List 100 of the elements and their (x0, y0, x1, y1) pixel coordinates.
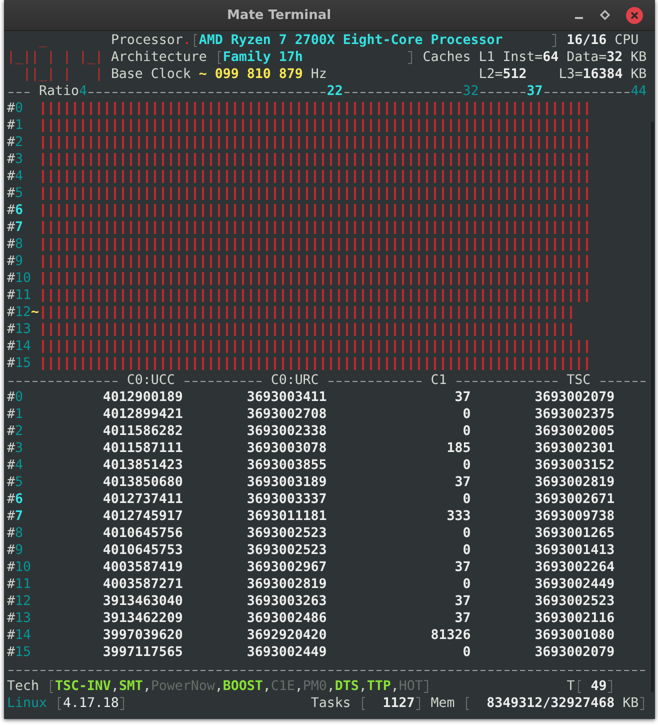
cache-size: Inst=64 (502, 49, 559, 66)
cpu-label: #5 (7, 474, 24, 491)
table-cell-text: 3693002486 (246, 610, 327, 627)
architecture-label: Architecture (110, 49, 207, 66)
table-cell-text: 3693002079 (534, 644, 615, 661)
table-cell-text: 0 (462, 644, 471, 661)
cpu-label: #11 (7, 576, 32, 593)
table-cell-text: 3693002449 (534, 576, 615, 593)
table-cell-text: 3693003411 (246, 389, 327, 406)
feature-label: BOOST (222, 679, 263, 694)
table-cell-text: 3693002671 (534, 491, 615, 508)
table-cell-text: 3693002967 (246, 559, 327, 576)
base-clock-unit: Hz (310, 66, 327, 83)
table-cell-text: 3692920420 (246, 627, 327, 644)
cache-size: Data=32 (566, 49, 623, 66)
table-cell-text: 3693001265 (534, 525, 615, 542)
tick-label: 37 (526, 83, 543, 100)
table-cell-text: 81326 (430, 627, 471, 644)
separator-text: , (390, 679, 399, 694)
table-cell-text: 185 (446, 440, 471, 457)
base-clock-value: ~ 099 810 879 (198, 66, 303, 83)
table-cell-text: 37 (454, 559, 471, 576)
table-cell-text: 3693002819 (246, 576, 327, 593)
table-cell-text: 4012899421 (102, 406, 183, 423)
feature-label: C1E (270, 679, 295, 694)
cpu-label: #13 (7, 321, 31, 338)
separator-text: , (262, 679, 271, 694)
table-cell-text: 3693002523 (534, 593, 615, 610)
cpu-label: #12 (7, 304, 31, 321)
table-cell-text: 37 (454, 474, 471, 491)
table-cell-text: 3693002301 (534, 440, 615, 457)
close-icon[interactable] (626, 6, 643, 24)
table-cell-text: 4003587419 (102, 559, 183, 576)
cpu-label: #6 (7, 202, 23, 219)
cpu-label: #9 (7, 542, 24, 559)
cpu-label: #10 (7, 270, 31, 287)
cpu-label: #15 (7, 355, 31, 372)
table-cell-text: 3693002005 (534, 423, 615, 440)
table-cell-text: 3693002079 (534, 389, 615, 406)
logo-text: ||_| | | (22, 66, 104, 83)
table-cell-text: 4012737411 (102, 491, 183, 508)
feature-label: PM0 (302, 679, 327, 694)
separator-text: , (110, 679, 119, 694)
cpu-label: #10 (7, 559, 32, 576)
table-cell-text: 3693011181 (246, 508, 327, 525)
table-cell-text: 4011586282 (102, 423, 183, 440)
restore-icon[interactable] (600, 10, 610, 20)
cpu-label: #11 (7, 287, 31, 304)
table-cell-text: 3693001413 (534, 542, 615, 559)
table-cell-text: 37 (454, 610, 471, 627)
table-cell-text: 3693002449 (246, 644, 327, 661)
cache-unit: KB (630, 66, 647, 83)
memory-label: Mem (430, 695, 455, 712)
tech-label: Tech (7, 678, 39, 695)
cpu-label: #6 (7, 491, 24, 508)
cpu-label: #8 (7, 525, 24, 542)
table-cell-text: 0 (462, 491, 471, 508)
logo-text: |_|| | | |_| (7, 49, 104, 66)
tasks-label: Tasks (310, 695, 351, 712)
table-cell-text: 3693002375 (534, 406, 615, 423)
column-header: C0:URC (270, 372, 319, 389)
tick-label: 4 (78, 83, 87, 100)
feature-label: PowerNow (150, 679, 215, 694)
cpu-label: #3 (7, 440, 24, 457)
cpu-label: #5 (7, 185, 23, 202)
separator-text: , (326, 679, 335, 694)
feature-label: HOT (398, 679, 423, 694)
separator-text: , (294, 679, 303, 694)
table-cell-text: 0 (462, 542, 471, 559)
cpu-label: #15 (7, 644, 32, 661)
table-cell-text: 0 (462, 423, 471, 440)
table-cell-text: 3997039620 (102, 627, 183, 644)
tick-label: 22 (326, 83, 343, 100)
table-cell-text: 3693002523 (246, 542, 327, 559)
table-cell-text: 0 (462, 457, 471, 474)
table-cell-text: 3997117565 (102, 644, 183, 661)
scrollbar[interactable] (650, 122, 654, 692)
cpu-label: #0 (7, 389, 24, 406)
feature-label: TTP (366, 679, 391, 694)
cache-unit: KB (630, 49, 647, 66)
temperature-label: T (566, 678, 575, 695)
tick-label: 32 (462, 83, 479, 100)
table-cell-text: 4010645756 (102, 525, 183, 542)
table-cell-text: 3693002116 (534, 610, 615, 627)
cpu-label: #7 (7, 508, 24, 525)
column-header: TSC (566, 372, 591, 389)
axis-label: Ratio (38, 83, 79, 100)
logo-text: _ (38, 32, 48, 49)
cpu-label: #4 (7, 457, 24, 474)
cpu-label: #1 (7, 117, 23, 134)
table-cell-text: 3693003337 (246, 491, 327, 508)
cpu-label: #1 (7, 406, 24, 423)
table-cell-text: 3693003078 (246, 440, 327, 457)
feature-label: TSC-INV (54, 679, 111, 694)
cpu-label: #3 (7, 151, 23, 168)
table-cell-text: 4012745917 (102, 508, 183, 525)
window-title: Mate Terminal (227, 8, 332, 22)
cpu-label: #4 (7, 168, 23, 185)
memory-value: 8349312/32927468 (486, 695, 615, 712)
feature-label: SMT (118, 679, 143, 694)
